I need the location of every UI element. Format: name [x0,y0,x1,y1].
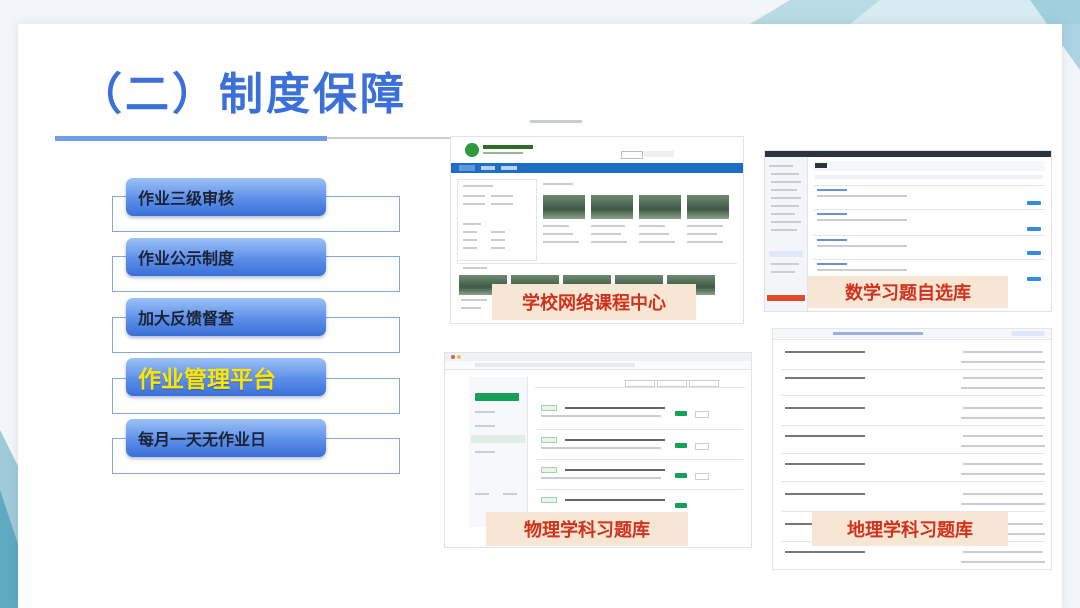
caption-geography-bank: 地理学科习题库 [812,512,1008,546]
menu-item-label: 作业管理平台 [138,367,276,393]
menu-item-label: 每月一天无作业日 [138,430,267,449]
menu-item-homework-free-day[interactable]: 每月一天无作业日 [126,419,326,457]
caption-math-bank: 数学习题自选库 [808,276,1008,308]
school-logo-icon [465,143,479,157]
menu-item-label: 作业三级审核 [138,189,235,208]
caption-school-course: 学校网络课程中心 [492,284,696,320]
menu-item-publicity-system[interactable]: 作业公示制度 [126,238,326,276]
title-accent-dash [530,120,582,123]
caption-physics-bank: 物理学科习题库 [486,512,688,546]
title-underline [55,136,327,141]
menu-item-feedback-supervision[interactable]: 加大反馈督查 [126,298,326,336]
menu-item-three-level-review[interactable]: 作业三级审核 [126,178,326,216]
menu-item-homework-platform[interactable]: 作业管理平台 [126,358,326,396]
menu-item-label: 加大反馈督查 [138,309,235,328]
menu-item-label: 作业公示制度 [138,249,235,268]
slide-title: （二）制度保障 [78,69,407,120]
